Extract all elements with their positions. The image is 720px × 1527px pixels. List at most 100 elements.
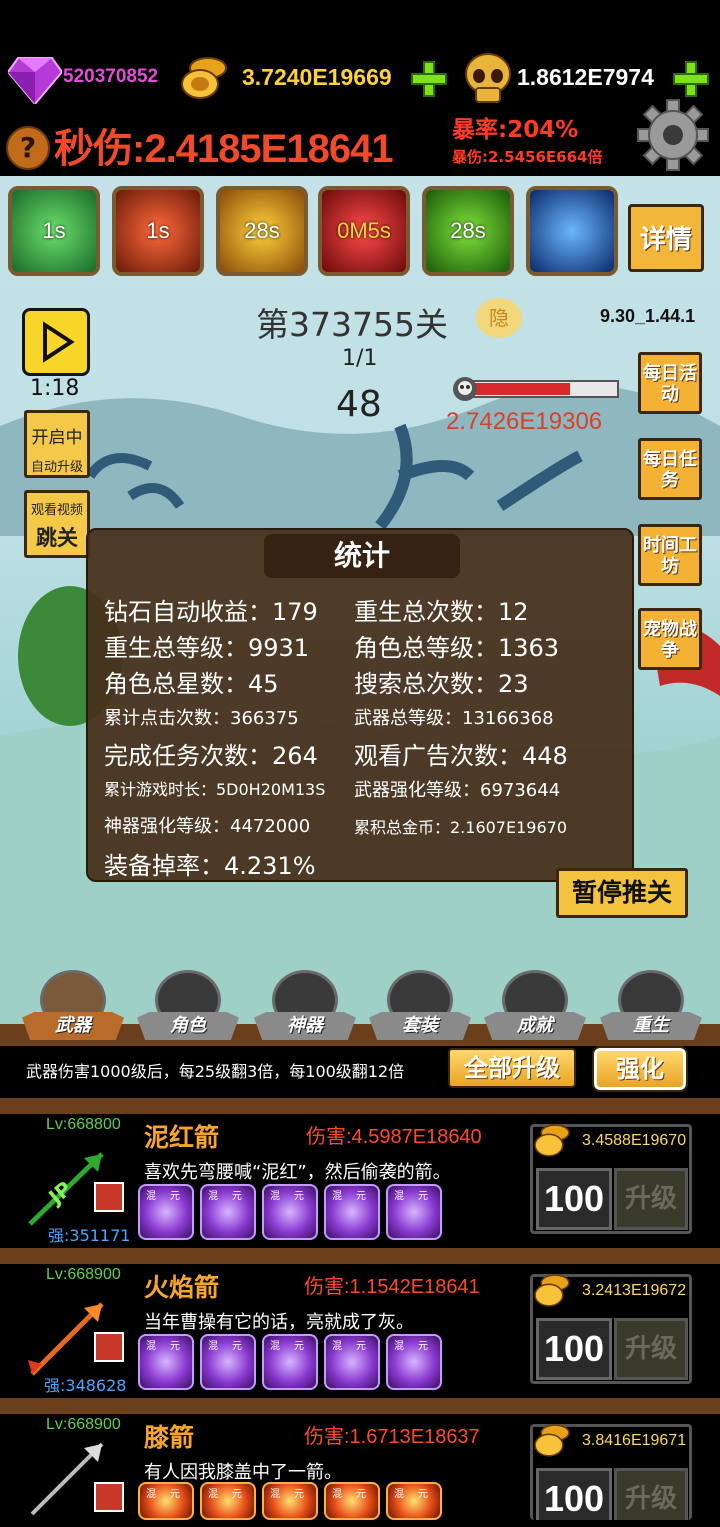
fire-orb-icon[interactable]: 混元 [386,1482,442,1520]
skill-slot-3[interactable]: 28s [216,186,308,276]
tab-rebirth[interactable]: 重生 [596,970,706,1042]
skill-slot-2[interactable]: 1s [112,186,204,276]
play-icon [43,321,75,363]
tab-characters[interactable]: 角色 [133,970,243,1042]
fire-orb-icon[interactable]: 混元 [324,1482,380,1520]
upgrade-quantity[interactable]: 100 [536,1168,612,1230]
gold-count: 3.7240E19669 [242,64,392,90]
play-button[interactable] [22,308,90,376]
stat-rebirth-count: 重生总次数：12 [354,598,529,626]
orb-label: 元 [418,1489,428,1500]
auto-upgrade-toggle[interactable]: 开启中 自动升级 [24,410,90,478]
orb-label: 元 [170,1341,180,1352]
pause-push-button[interactable]: 暂停推关 [556,868,688,918]
time-workshop-button[interactable]: 时间工坊 [638,524,702,586]
orb-label: 元 [232,1341,242,1352]
upgrade-quantity[interactable]: 100 [536,1468,612,1520]
boss-hp-bar [453,377,619,401]
tab-artifacts[interactable]: 神器 [250,970,360,1042]
auto-upgrade-label: 自动升级 [30,460,83,475]
orb-label: 混 [208,1191,218,1202]
upgrade-cost: 3.8416E19671 [582,1432,687,1449]
boss-hp-value: 2.7426E19306 [446,408,603,435]
yinyang-orb-icon[interactable]: 混元 [386,1184,442,1240]
stat-total-gold: 累积总金币：2.1607E19670 [354,818,567,837]
fire-orb-icon[interactable]: 混元 [200,1482,256,1520]
skill-slot-1[interactable]: 1s [8,186,100,276]
fire-orb-icon[interactable]: 混元 [262,1482,318,1520]
weapon-badge [94,1482,124,1512]
upgrade-quantity[interactable]: 100 [536,1318,612,1380]
orb-label: 混 [208,1341,218,1352]
stats-panel: 统计 钻石自动收益：179 重生总次数：12 重生总等级：9931 角色总等级：… [86,528,634,882]
stat-weapon-level: 武器总等级：13166368 [354,708,554,729]
weapon-description: 喜欢先弯腰喊“泥红”，然后偷袭的箭。 [144,1162,451,1183]
skill-slot-4[interactable]: 0M5s [318,186,410,276]
pet-war-button[interactable]: 宠物战争 [638,608,702,670]
weapon-name: 泥红箭 [144,1123,220,1152]
daily-task-button[interactable]: 每日任务 [638,438,702,500]
gold-coins-icon [534,1124,570,1157]
stat-weapon-enhance: 武器强化等级：6973644 [354,780,561,801]
detail-button[interactable]: 详情 [628,204,704,272]
orb-label: 混 [146,1191,156,1202]
countdown-timer: 1:18 [30,376,80,401]
version-label: 9.30_1.44.1 [600,306,696,326]
stat-play-time: 累计游戏时长：5D0H20M13S [104,780,326,799]
upgrade-cost: 3.2413E19672 [582,1282,687,1299]
hide-toggle[interactable]: 隐 [476,298,522,338]
orb-label: 混 [394,1191,404,1202]
weapon-damage: 伤害:1.6713E18637 [304,1426,480,1448]
orb-label: 元 [356,1341,366,1352]
orb-label: 混 [332,1489,342,1500]
yinyang-orb-icon[interactable]: 混元 [138,1184,194,1240]
help-icon[interactable]: ? [6,126,50,170]
orb-label: 混 [270,1489,280,1500]
yinyang-orb-icon[interactable]: 混元 [386,1334,442,1390]
crit-rate: 暴率:204% [452,117,579,143]
stat-artifact-enhance: 神器强化等级：4472000 [104,816,311,837]
tab-sets[interactable]: 套装 [365,970,475,1042]
daily-event-label: 每日活动 [643,363,697,405]
yinyang-orb-icon[interactable]: 混元 [324,1184,380,1240]
time-workshop-label: 时间工坊 [643,535,697,577]
orb-label: 混 [332,1341,342,1352]
gear-icon[interactable] [636,98,710,172]
orb-label: 元 [170,1191,180,1202]
orb-label: 混 [270,1191,280,1202]
weapon-name: 火焰箭 [144,1273,220,1302]
daily-event-button[interactable]: 每日活动 [638,352,702,414]
yinyang-orb-icon[interactable]: 混元 [262,1184,318,1240]
add-gold-icon[interactable] [410,60,448,98]
upgrade-button[interactable]: 升级 [614,1168,688,1230]
stat-total-clicks: 累计点击次数：366375 [104,708,299,729]
upgrade-button[interactable]: 升级 [614,1468,688,1520]
yinyang-orb-icon[interactable]: 混元 [200,1184,256,1240]
enhance-button[interactable]: 强化 [592,1046,688,1092]
wave-counter: 1/1 [342,346,378,371]
tab-weapons[interactable]: 武器 [18,970,128,1042]
yinyang-orb-icon[interactable]: 混元 [200,1334,256,1390]
add-skull-icon[interactable] [672,60,710,98]
tab-achievements[interactable]: 成就 [480,970,590,1042]
gold-coins-icon [181,57,227,99]
skip-level-button[interactable]: 观看视频 跳关 [24,490,90,558]
fire-orb-icon[interactable]: 混元 [138,1482,194,1520]
orb-label: 混 [332,1191,342,1202]
skill-slot-5[interactable]: 28s [422,186,514,276]
yinyang-orb-icon[interactable]: 混元 [262,1334,318,1390]
stat-rebirth-level: 重生总等级：9931 [104,634,310,662]
yinyang-orb-icon[interactable]: 混元 [324,1334,380,1390]
upgrade-button[interactable]: 升级 [614,1318,688,1380]
tab-weapons-label: 武器 [22,1012,124,1040]
upgrade-all-button[interactable]: 全部升级 [448,1048,576,1088]
skill-slot-6[interactable] [526,186,618,276]
orb-label: 混 [394,1341,404,1352]
orb-label: 元 [232,1191,242,1202]
orb-label: 元 [294,1341,304,1352]
stat-drop-rate: 装备掉率：4.231% [104,852,316,880]
yinyang-orb-icon[interactable]: 混元 [138,1334,194,1390]
gold-coins-icon [534,1424,570,1457]
tab-rebirth-label: 重生 [600,1012,702,1040]
weapon-enhance-level: 强:351171 [48,1226,131,1245]
